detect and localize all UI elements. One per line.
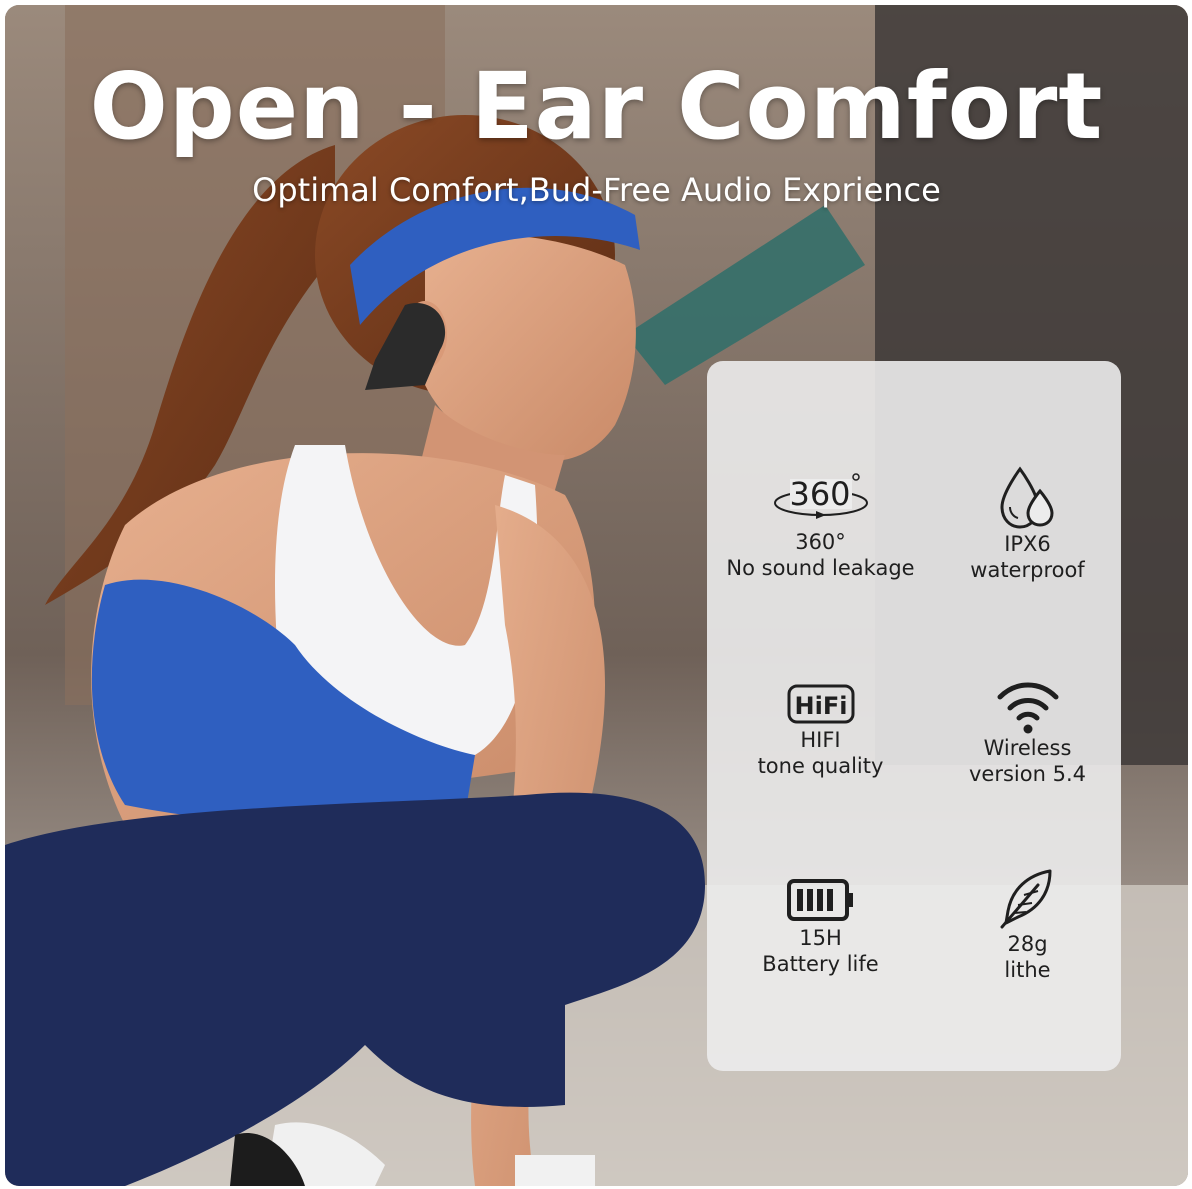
feature-360-line2: No sound leakage <box>726 556 915 580</box>
water-drops-icon <box>924 461 1131 531</box>
feature-weight-line1: 28g <box>1007 932 1048 956</box>
feature-hifi-line2: tone quality <box>757 754 884 778</box>
feature-weight: 28g lithe <box>924 861 1131 983</box>
features-panel: 360 360° No sound leakage IPX6 waterproo… <box>707 361 1121 1071</box>
battery-icon <box>717 855 924 925</box>
feature-hifi-line1: HIFI <box>800 728 841 752</box>
page-subtitle: Optimal Comfort,Bud-Free Audio Exprience <box>252 171 941 209</box>
feature-battery-line2: Battery life <box>762 952 879 976</box>
feature-wireless: Wireless version 5.4 <box>924 665 1131 787</box>
feature-battery-line1: 15H <box>799 926 842 950</box>
feature-waterproof: IPX6 waterproof <box>924 461 1131 583</box>
white-sock-right <box>515 1155 595 1186</box>
wifi-icon <box>924 665 1131 735</box>
feather-icon <box>924 861 1131 931</box>
360-icon-text: 360 <box>789 475 850 513</box>
feature-waterproof-line1: IPX6 <box>1004 532 1051 556</box>
feature-battery: 15H Battery life <box>717 855 924 977</box>
page-title: Open - Ear Comfort <box>89 53 1104 160</box>
feature-wireless-line2: version 5.4 <box>969 762 1086 786</box>
360-degree-icon: 360 <box>717 459 924 529</box>
feature-360-line1: 360° <box>795 530 846 554</box>
feature-hifi: HiFi HIFI tone quality <box>717 657 924 779</box>
feature-360: 360 360° No sound leakage <box>717 459 924 581</box>
feature-wireless-line1: Wireless <box>983 736 1072 760</box>
product-banner: Open - Ear Comfort Optimal Comfort,Bud-F… <box>5 5 1188 1186</box>
hifi-icon-text: HiFi <box>794 692 847 720</box>
feature-weight-line2: lithe <box>1004 958 1051 982</box>
hifi-icon: HiFi <box>717 657 924 727</box>
feature-waterproof-line2: waterproof <box>970 558 1085 582</box>
